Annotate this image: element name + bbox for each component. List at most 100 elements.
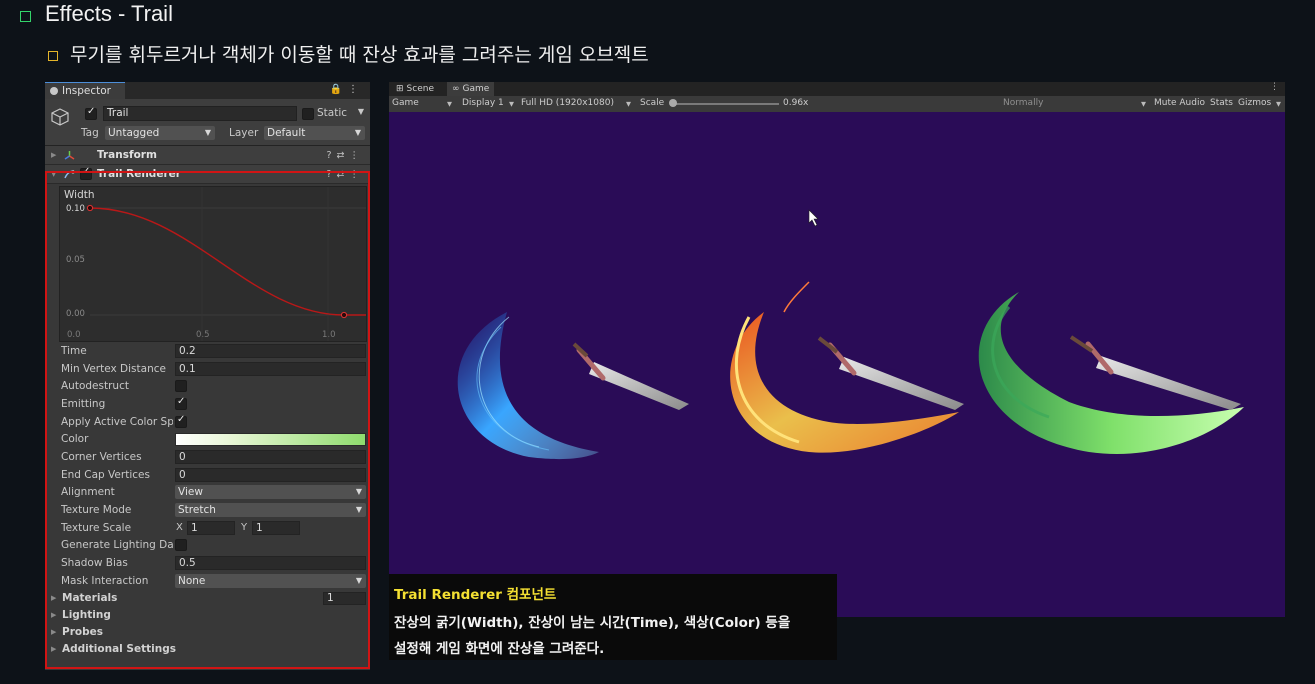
chevron-down-icon: ▼ (1141, 100, 1146, 108)
texture-scale-y-label: Y (241, 522, 248, 534)
probes-label: Probes (62, 626, 103, 639)
color-gradient-field[interactable] (175, 432, 366, 446)
emitting-checkbox[interactable] (175, 396, 187, 410)
mouse-cursor-icon (808, 209, 819, 227)
trail-renderer-enabled-checkbox[interactable] (80, 166, 92, 180)
blue-trail (457, 312, 599, 460)
chevron-down-icon: ▼ (355, 575, 362, 585)
play-focus-dropdown[interactable]: Normally (1003, 98, 1043, 108)
section-additional-settings[interactable]: ▶ Additional Settings (45, 641, 370, 658)
alignment-value: View (178, 486, 203, 499)
gameobject-cube-icon (51, 108, 69, 126)
prop-emitting: Emitting (45, 395, 370, 413)
scale-value: 0.96x (783, 98, 809, 108)
tag-dropdown[interactable]: Untagged ▼ (105, 126, 215, 140)
game-mode-dropdown[interactable]: Game (392, 98, 419, 108)
curve-keyframe-start[interactable] (86, 204, 94, 212)
prop-min-vertex: Min Vertex Distance 0.1 (45, 360, 370, 378)
stats-toggle[interactable]: Stats (1210, 98, 1233, 108)
static-checkbox[interactable] (302, 108, 314, 120)
section-lighting[interactable]: ▶ Lighting (45, 607, 370, 624)
layer-dropdown[interactable]: Default ▼ (264, 126, 365, 140)
lock-menu-icons[interactable]: 🔒⋮ (330, 84, 364, 95)
static-label: Static (317, 107, 348, 119)
time-field[interactable]: 0.2 (175, 343, 366, 358)
expand-triangle-icon[interactable]: ▶ (51, 645, 56, 653)
alignment-dropdown[interactable]: View ▼ (175, 485, 366, 500)
scale-slider-track[interactable] (674, 103, 779, 105)
caption-line-1: 잔상의 굵기(Width), 잔상이 남는 시간(Time), 색상(Color… (394, 615, 791, 631)
min-vertex-field[interactable]: 0.1 (175, 361, 366, 376)
texture-mode-dropdown[interactable]: Stretch ▼ (175, 503, 366, 518)
chevron-down-icon: ▼ (354, 128, 361, 137)
curve-keyframe-end[interactable] (340, 311, 348, 319)
prop-shadow-bias: Shadow Bias 0.5 (45, 554, 370, 572)
texture-scale-x-field[interactable]: 1 (187, 520, 235, 535)
autodestruct-checkbox[interactable] (175, 380, 187, 393)
game-canvas[interactable] (389, 112, 1285, 617)
transform-title: Transform (97, 149, 157, 161)
sword-2 (817, 336, 964, 410)
shadow-bias-field[interactable]: 0.5 (175, 556, 366, 571)
prop-time: Time 0.2 (45, 342, 370, 360)
gameobject-active-checkbox[interactable] (85, 106, 97, 120)
prop-apply-color: Apply Active Color Sp (45, 413, 370, 431)
transform-component-header[interactable]: ▶ Transform ?⇄⋮ (45, 146, 370, 165)
chevron-down-icon: ▼ (626, 100, 631, 108)
width-curve-editor[interactable]: Width 0.10 0.05 0.00 0.0 0.5 1.0 (59, 186, 367, 342)
endcap-vertices-field[interactable]: 0 (175, 467, 366, 482)
section-probes[interactable]: ▶ Probes (45, 624, 370, 641)
display-dropdown[interactable]: Display 1 (462, 98, 504, 108)
chevron-down-icon: ▼ (204, 128, 211, 137)
expand-triangle-icon[interactable]: ▶ (51, 594, 56, 602)
more-options-icon[interactable]: ⋮ (1270, 82, 1279, 92)
texture-scale-y-field[interactable]: 1 (252, 520, 300, 535)
tab-inspector-label: Inspector (62, 85, 111, 97)
tab-scene[interactable]: ⊞ Scene (391, 82, 439, 96)
trail-renderer-component-header[interactable]: ▼ Trail Renderer ?⇄⋮ (45, 165, 370, 184)
lighting-label: Lighting (62, 609, 111, 622)
game-view-toolbar: Game ▼ Display 1 ▼ Full HD (1920x1080) ▼… (389, 96, 1285, 113)
gameobject-name-field[interactable]: Trail (103, 106, 297, 121)
prop-texture-mode: Texture Mode Stretch ▼ (45, 501, 370, 519)
trail-renderer-icon (64, 170, 75, 179)
tab-inspector[interactable]: Inspector (45, 82, 125, 99)
info-icon (50, 87, 58, 95)
alignment-label: Alignment (61, 486, 115, 499)
gamepad-icon: ∞ (452, 84, 460, 94)
mute-audio-toggle[interactable]: Mute Audio (1154, 98, 1205, 108)
section-materials[interactable]: ▶ Materials 1 (45, 590, 370, 607)
component-tools-icons[interactable]: ?⇄⋮ (326, 150, 364, 161)
scale-slider-knob[interactable] (669, 99, 677, 107)
apply-color-checkbox[interactable] (175, 414, 187, 428)
mask-interaction-dropdown[interactable]: None ▼ (175, 573, 366, 588)
trail-renderer-title: Trail Renderer (97, 168, 181, 180)
resolution-dropdown[interactable]: Full HD (1920x1080) (521, 98, 614, 108)
color-label: Color (61, 433, 89, 446)
static-dropdown-arrow-icon[interactable]: ▼ (358, 107, 364, 116)
width-curve-graph[interactable] (60, 187, 366, 341)
width-curve-line (89, 207, 366, 316)
texture-scale-x-label: X (176, 522, 183, 534)
gizmos-toggle[interactable]: Gizmos (1238, 98, 1271, 108)
corner-vertices-field[interactable]: 0 (175, 449, 366, 464)
component-tools-icons[interactable]: ?⇄⋮ (326, 169, 364, 180)
materials-count-field[interactable]: 1 (323, 591, 366, 605)
collapse-triangle-icon[interactable]: ▼ (51, 170, 56, 178)
prop-texture-scale: Texture Scale X 1 Y 1 (45, 519, 370, 537)
generate-lighting-checkbox[interactable] (175, 539, 187, 552)
layer-label: Layer (229, 127, 259, 139)
game-view-panel: ⊞ Scene ∞ Game ⋮ Game ▼ Display 1 ▼ Full… (389, 82, 1285, 617)
apply-color-label: Apply Active Color Sp (61, 415, 173, 428)
additional-settings-label: Additional Settings (62, 643, 176, 656)
caption-line-2: 설정해 게임 화면에 잔상을 그려준다. (394, 641, 605, 657)
tab-game-label: Game (462, 84, 490, 94)
expand-triangle-icon[interactable]: ▶ (51, 628, 56, 636)
expand-triangle-icon[interactable]: ▶ (51, 611, 56, 619)
chevron-down-icon: ▼ (355, 505, 362, 515)
autodestruct-label: Autodestruct (61, 380, 129, 393)
game-render (457, 209, 1244, 460)
tab-game[interactable]: ∞ Game (447, 82, 495, 96)
shadow-bias-label: Shadow Bias (61, 557, 128, 570)
expand-triangle-icon[interactable]: ▶ (51, 151, 56, 159)
